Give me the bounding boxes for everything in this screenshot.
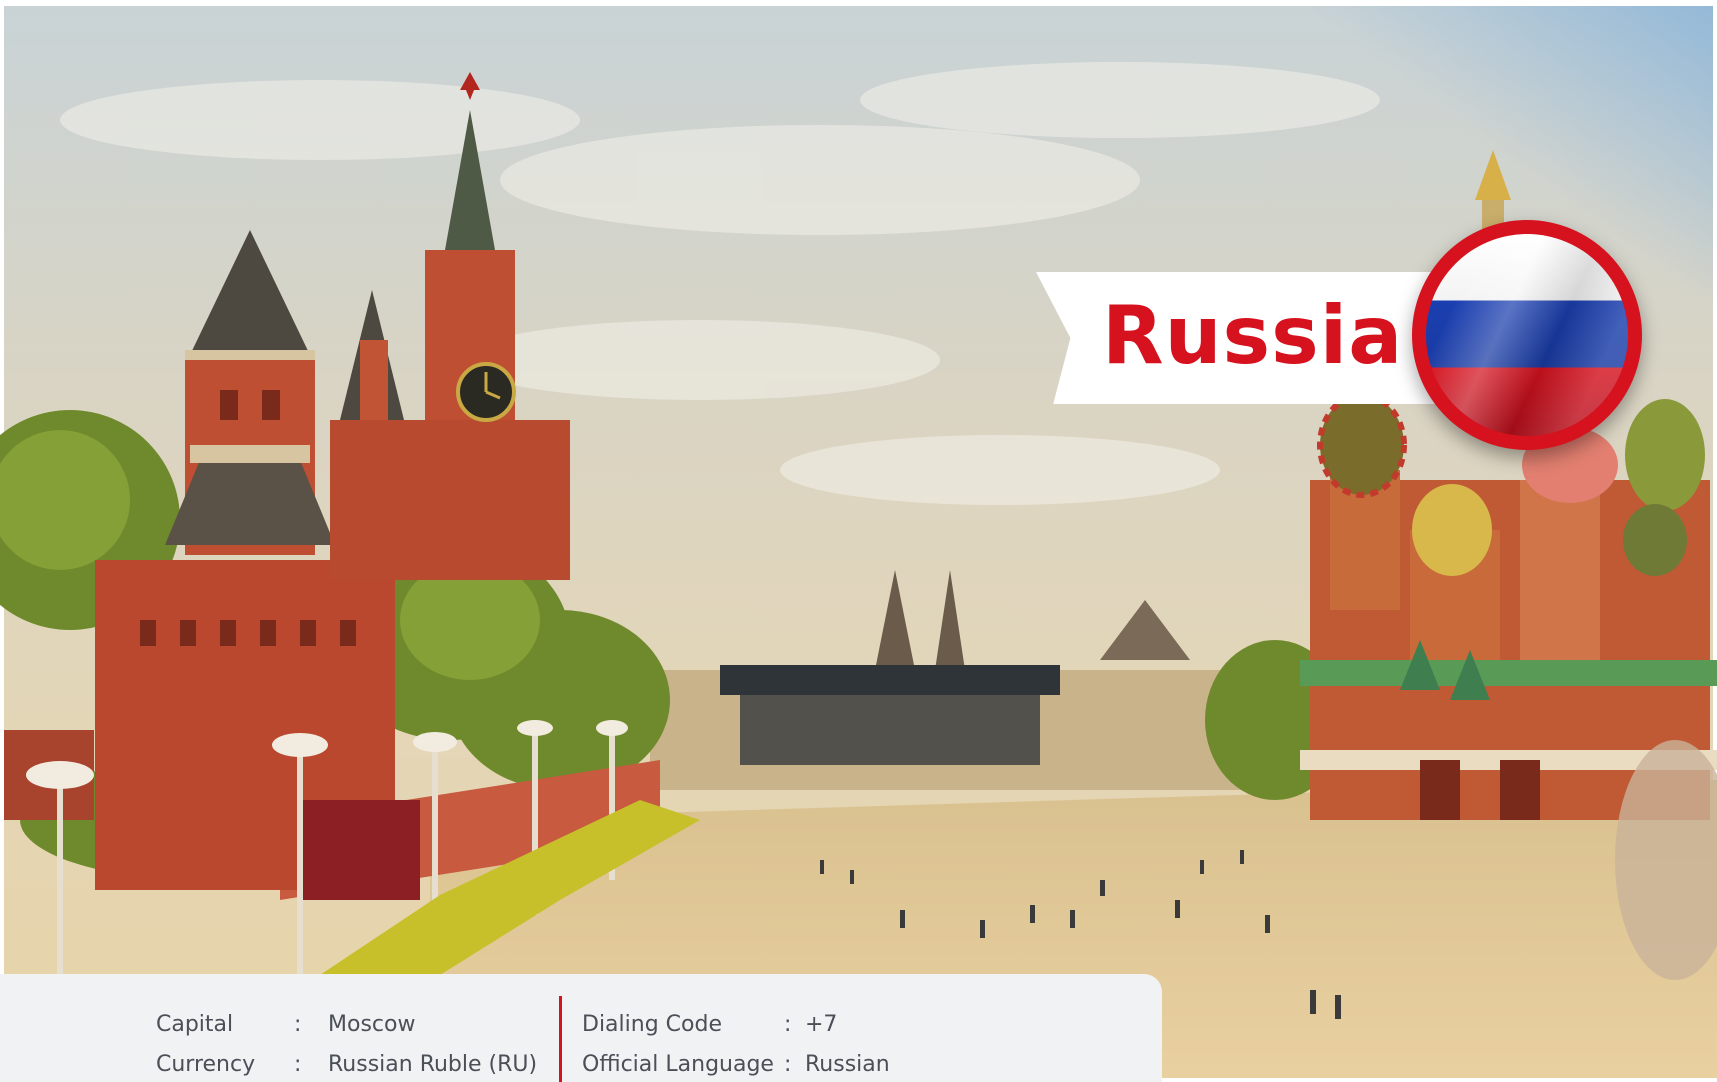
currency-value: Russian Ruble (RU) xyxy=(328,1052,538,1077)
panel-divider xyxy=(559,996,562,1082)
capital-label: Capital xyxy=(156,1012,234,1037)
currency-separator: : xyxy=(294,1052,302,1077)
currency-label: Currency xyxy=(156,1052,256,1077)
russia-flag-icon xyxy=(1412,220,1642,450)
country-title: Russia xyxy=(1102,289,1404,382)
dialing-code-separator: : xyxy=(784,1012,792,1037)
official-language-value: Russian xyxy=(805,1052,890,1077)
country-card: Russia Capital : Moscow Currency : Russi… xyxy=(0,0,1717,1082)
flag-stripes xyxy=(1426,234,1628,436)
capital-separator: : xyxy=(294,1012,302,1037)
dialing-code-value: +7 xyxy=(805,1012,838,1037)
dialing-code-label: Dialing Code xyxy=(582,1012,722,1037)
official-language-label: Official Language xyxy=(582,1052,774,1077)
capital-value: Moscow xyxy=(328,1012,416,1037)
official-language-separator: : xyxy=(784,1052,792,1077)
moscow-red-square-photo xyxy=(0,0,1717,1082)
